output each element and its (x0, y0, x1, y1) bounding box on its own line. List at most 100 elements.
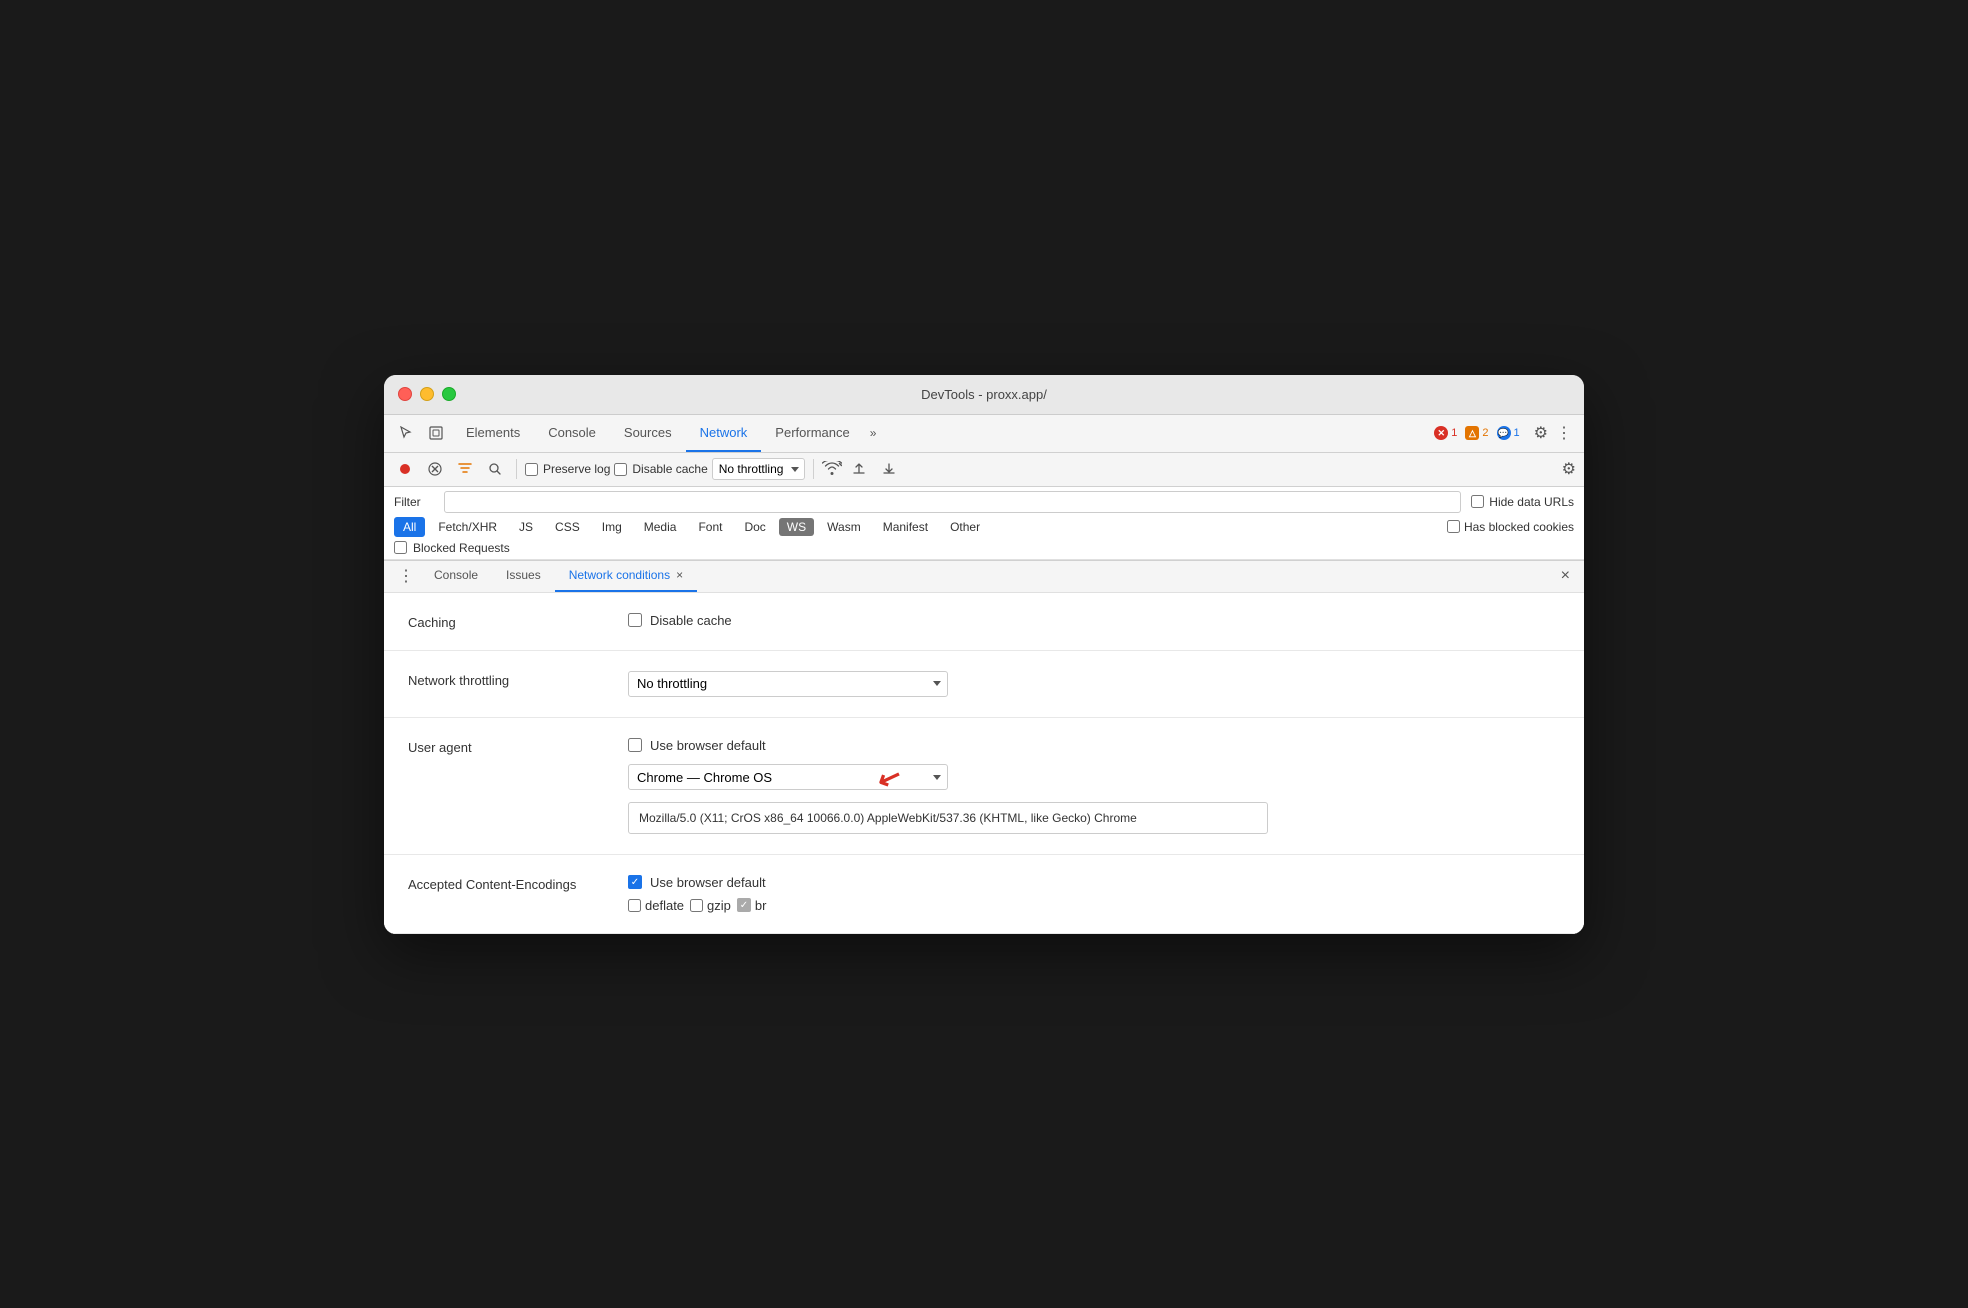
tab-sources[interactable]: Sources (610, 414, 686, 452)
throttling-row: Network throttling No throttling (408, 671, 1560, 697)
accepted-encodings-label: Accepted Content-Encodings (408, 875, 608, 892)
throttle-select[interactable]: No throttling (712, 458, 805, 480)
inspect-icon[interactable] (422, 419, 450, 447)
filter-type-row: All Fetch/XHR JS CSS Img Media Font Doc … (394, 517, 1574, 537)
encoding-options-row: deflate gzip ✓ br (628, 898, 766, 913)
network-conditions-panel: Caching Disable cache Network throttling (384, 593, 1584, 934)
filter-ws[interactable]: WS (779, 518, 814, 536)
window-title: DevTools - proxx.app/ (921, 387, 1047, 402)
accepted-encodings-row: Accepted Content-Encodings ✓ Use browser… (408, 875, 1560, 913)
filter-manifest[interactable]: Manifest (874, 517, 937, 537)
filter-blocked-row: Blocked Requests (394, 541, 1574, 555)
title-bar: DevTools - proxx.app/ (384, 375, 1584, 415)
info-badge[interactable]: 💬 1 (1497, 426, 1520, 440)
error-icon: ✕ (1434, 426, 1448, 440)
tab-performance[interactable]: Performance (761, 414, 863, 452)
upload-icon[interactable] (846, 456, 872, 482)
caching-control: Disable cache (628, 613, 732, 628)
filter-icon[interactable] (452, 456, 478, 482)
filter-media[interactable]: Media (635, 517, 686, 537)
caching-section: Caching Disable cache (384, 593, 1584, 651)
drawer-tab-console[interactable]: Console (420, 560, 492, 592)
caching-label: Caching (408, 613, 608, 630)
download-icon[interactable] (876, 456, 902, 482)
disable-cache-row[interactable]: Disable cache (628, 613, 732, 628)
filter-fetch-xhr[interactable]: Fetch/XHR (429, 517, 506, 537)
has-blocked-cookies-label[interactable]: Has blocked cookies (1447, 520, 1574, 534)
br-checkbox[interactable]: ✓ (737, 898, 751, 912)
throttling-control: No throttling (628, 671, 948, 697)
caching-row: Caching Disable cache (408, 613, 1560, 630)
drawer-tab-close-icon[interactable]: × (676, 568, 683, 582)
drawer: ⋮ Console Issues Network conditions × × … (384, 560, 1584, 934)
user-agent-row: User agent Use browser default Chrome — … (408, 738, 1560, 834)
throttling-label: Network throttling (408, 671, 608, 688)
user-agent-section: User agent Use browser default Chrome — … (384, 718, 1584, 855)
accepted-encodings-control: ✓ Use browser default deflate gzip (628, 875, 766, 913)
use-browser-default-checkbox[interactable] (628, 738, 642, 752)
deflate-encoding[interactable]: deflate (628, 898, 684, 913)
wifi-icon (822, 461, 842, 478)
devtools-tab-bar: Elements Console Sources Network Perform… (384, 415, 1584, 453)
clear-button[interactable] (422, 456, 448, 482)
preserve-log-checkbox[interactable] (525, 463, 538, 476)
filter-wasm[interactable]: Wasm (818, 517, 870, 537)
filter-js[interactable]: JS (510, 517, 542, 537)
drawer-more-icon[interactable]: ⋮ (392, 566, 420, 586)
settings-icon[interactable]: ⚙ (1530, 419, 1552, 447)
drawer-tab-issues[interactable]: Issues (492, 560, 555, 592)
filter-other[interactable]: Other (941, 517, 989, 537)
user-agent-control: Use browser default Chrome — Chrome OS ↙… (628, 738, 1268, 834)
use-browser-default-row[interactable]: Use browser default (628, 738, 1268, 753)
hide-data-urls-label[interactable]: Hide data URLs (1471, 495, 1574, 509)
tab-network[interactable]: Network (686, 414, 762, 452)
filter-bar: Filter Hide data URLs All Fetch/XHR JS C… (384, 487, 1584, 560)
drawer-tab-bar: ⋮ Console Issues Network conditions × × (384, 561, 1584, 593)
disable-cache-label[interactable]: Disable cache (614, 462, 707, 476)
error-badge[interactable]: ✕ 1 (1434, 426, 1457, 440)
filter-font[interactable]: Font (689, 517, 731, 537)
filter-all[interactable]: All (394, 517, 425, 537)
drawer-close-button[interactable]: × (1555, 565, 1576, 587)
divider-1 (516, 459, 517, 479)
search-icon[interactable] (482, 456, 508, 482)
warn-icon: △ (1465, 426, 1479, 440)
cursor-icon[interactable] (392, 419, 420, 447)
tab-more-button[interactable]: » (864, 414, 883, 452)
warn-badge[interactable]: △ 2 (1465, 426, 1488, 440)
blocked-requests-label: Blocked Requests (413, 541, 510, 555)
has-blocked-cookies-checkbox[interactable] (1447, 520, 1460, 533)
throttling-section: Network throttling No throttling (384, 651, 1584, 718)
br-encoding[interactable]: ✓ br (737, 898, 767, 913)
filter-img[interactable]: Img (593, 517, 631, 537)
throttling-settings-select[interactable]: No throttling (628, 671, 948, 697)
close-button[interactable] (398, 387, 412, 401)
disable-cache-checkbox[interactable] (614, 463, 627, 476)
gzip-checkbox[interactable] (690, 899, 703, 912)
preserve-log-label[interactable]: Preserve log (525, 462, 610, 476)
more-options-icon[interactable]: ⋮ (1552, 419, 1576, 447)
filter-css[interactable]: CSS (546, 517, 589, 537)
hide-data-urls-checkbox[interactable] (1471, 495, 1484, 508)
maximize-button[interactable] (442, 387, 456, 401)
tab-elements[interactable]: Elements (452, 414, 534, 452)
network-settings-icon[interactable]: ⚙ (1562, 459, 1576, 479)
badge-area: ✕ 1 △ 2 💬 1 (1434, 426, 1519, 440)
accepted-encodings-section: Accepted Content-Encodings ✓ Use browser… (384, 855, 1584, 934)
minimize-button[interactable] (420, 387, 434, 401)
record-button[interactable] (392, 456, 418, 482)
filter-doc[interactable]: Doc (735, 517, 774, 537)
deflate-checkbox[interactable] (628, 899, 641, 912)
drawer-tab-network-conditions[interactable]: Network conditions × (555, 560, 697, 592)
info-icon: 💬 (1497, 426, 1511, 440)
filter-row-1: Filter Hide data URLs (394, 491, 1574, 513)
tab-console[interactable]: Console (534, 414, 610, 452)
blocked-requests-checkbox[interactable] (394, 541, 407, 554)
use-browser-default-enc-row[interactable]: ✓ Use browser default (628, 875, 766, 890)
disable-cache-settings-checkbox[interactable] (628, 613, 642, 627)
user-agent-label: User agent (408, 738, 608, 755)
traffic-lights (398, 387, 456, 401)
use-browser-default-enc-checkbox[interactable]: ✓ (628, 875, 642, 889)
divider-2 (813, 459, 814, 479)
gzip-encoding[interactable]: gzip (690, 898, 731, 913)
